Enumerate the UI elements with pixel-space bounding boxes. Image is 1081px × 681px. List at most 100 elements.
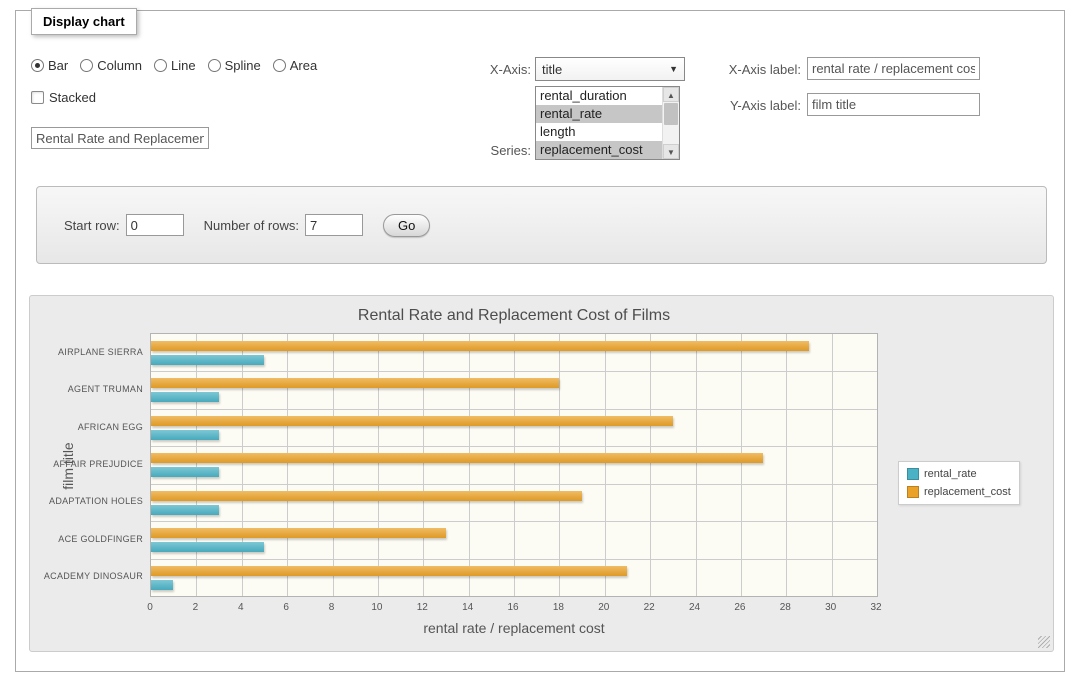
series-listbox-items: rental_durationrental_ratelengthreplacem…: [536, 87, 662, 159]
x-axis-title: rental rate / replacement cost: [150, 620, 878, 636]
gridline: [151, 559, 877, 560]
gridline: [151, 521, 877, 522]
gridline: [151, 484, 877, 485]
x-tick-label: 16: [498, 602, 528, 613]
fieldset-legend: Display chart: [31, 8, 137, 35]
gridline: [559, 334, 560, 596]
legend-item: rental_rate: [907, 468, 1011, 480]
bar-replacement_cost: [151, 491, 582, 501]
display-chart-fieldset: Display chart Bar Column Line Spline Area St…: [15, 10, 1065, 672]
gridline: [151, 409, 877, 410]
legend-item: replacement_cost: [907, 486, 1011, 498]
go-button[interactable]: Go: [383, 214, 430, 237]
x-axis-select-label: X-Axis:: [436, 62, 531, 77]
page: Display chart Bar Column Line Spline Area St…: [0, 0, 1081, 681]
resize-handle-icon[interactable]: [1038, 636, 1050, 648]
bar-rental_rate: [151, 505, 219, 515]
gridline: [741, 334, 742, 596]
stacked-checkbox[interactable]: [31, 91, 44, 104]
series-option-replacement_cost[interactable]: replacement_cost: [536, 141, 662, 159]
gridline: [605, 334, 606, 596]
bar-rental_rate: [151, 355, 264, 365]
x-tick-label: 24: [680, 602, 710, 613]
x-tick-label: 14: [453, 602, 483, 613]
x-axis-label-caption: X-Axis label:: [706, 62, 801, 77]
y-category-label: ACADEMY DINOSAUR: [30, 571, 143, 581]
bar-rental_rate: [151, 430, 219, 440]
x-tick-label: 22: [634, 602, 664, 613]
start-row-input[interactable]: [126, 214, 184, 236]
gridline: [242, 334, 243, 596]
x-tick-label: 10: [362, 602, 392, 613]
legend-label: rental_rate: [924, 468, 977, 480]
chart-panel: Rental Rate and Replacement Cost of Film…: [29, 295, 1054, 652]
gridline: [151, 371, 877, 372]
x-tick-label: 26: [725, 602, 755, 613]
x-tick-label: 28: [770, 602, 800, 613]
y-category-label: ACE GOLDFINGER: [30, 534, 143, 544]
series-select-label: Series:: [436, 143, 531, 158]
radio-circle-icon: [208, 59, 221, 72]
series-option-length[interactable]: length: [536, 123, 662, 141]
stacked-label: Stacked: [49, 90, 96, 105]
x-tick-label: 2: [180, 602, 210, 613]
x-tick-label: 30: [816, 602, 846, 613]
rows-panel: Start row: Number of rows: Go: [36, 186, 1047, 264]
scrollbar-down-arrow-icon[interactable]: ▼: [663, 144, 679, 159]
y-category-label: ADAPTATION HOLES: [30, 496, 143, 506]
radio-circle-icon: [154, 59, 167, 72]
bar-replacement_cost: [151, 416, 673, 426]
gridline: [832, 334, 833, 596]
chart-title-input[interactable]: [31, 127, 209, 149]
x-axis-selected-value: title: [542, 62, 562, 77]
scrollbar-thumb[interactable]: [664, 103, 678, 125]
bar-rental_rate: [151, 392, 219, 402]
radio-bar[interactable]: Bar: [31, 58, 68, 73]
bar-replacement_cost: [151, 341, 809, 351]
legend-label: replacement_cost: [924, 486, 1011, 498]
radio-line[interactable]: Line: [154, 58, 196, 73]
stacked-checkbox-row[interactable]: Stacked: [31, 90, 96, 105]
series-listbox-scrollbar[interactable]: ▲ ▼: [662, 87, 679, 159]
radio-label: Spline: [225, 58, 261, 73]
start-row-label: Start row:: [64, 218, 120, 233]
series-option-rental_duration[interactable]: rental_duration: [536, 87, 662, 105]
chart-legend: rental_rate replacement_cost: [898, 461, 1020, 505]
chevron-down-icon: ▼: [669, 64, 678, 74]
gridline: [469, 334, 470, 596]
x-tick-label: 4: [226, 602, 256, 613]
radio-column[interactable]: Column: [80, 58, 142, 73]
radio-dot: [35, 63, 40, 68]
number-of-rows-input[interactable]: [305, 214, 363, 236]
legend-swatch: [907, 486, 919, 498]
x-tick-label: 18: [543, 602, 573, 613]
y-axis-label-input[interactable]: [807, 93, 980, 116]
chart-title: Rental Rate and Replacement Cost of Film…: [150, 307, 878, 325]
x-tick-label: 8: [317, 602, 347, 613]
series-listbox[interactable]: rental_durationrental_ratelengthreplacem…: [535, 86, 680, 160]
y-category-label: AFRICAN EGG: [30, 422, 143, 432]
x-axis-label-input[interactable]: [807, 57, 980, 80]
y-category-label: AFFAIR PREJUDICE: [30, 459, 143, 469]
bar-rental_rate: [151, 467, 219, 477]
gridline: [151, 446, 877, 447]
series-option-rental_rate[interactable]: rental_rate: [536, 105, 662, 123]
y-axis-label-caption: Y-Axis label:: [706, 98, 801, 113]
radio-label: Area: [290, 58, 317, 73]
scrollbar-up-arrow-icon[interactable]: ▲: [663, 87, 679, 102]
gridline: [378, 334, 379, 596]
radio-area[interactable]: Area: [273, 58, 317, 73]
bar-rental_rate: [151, 542, 264, 552]
x-tick-label: 12: [407, 602, 437, 613]
radio-label: Bar: [48, 58, 68, 73]
number-of-rows-label: Number of rows:: [204, 218, 299, 233]
x-tick-label: 20: [589, 602, 619, 613]
x-axis-select[interactable]: title ▼: [535, 57, 685, 81]
radio-spline[interactable]: Spline: [208, 58, 261, 73]
x-tick-label: 0: [135, 602, 165, 613]
radio-label: Line: [171, 58, 196, 73]
gridline: [650, 334, 651, 596]
x-tick-label: 6: [271, 602, 301, 613]
bar-replacement_cost: [151, 566, 627, 576]
gridline: [514, 334, 515, 596]
